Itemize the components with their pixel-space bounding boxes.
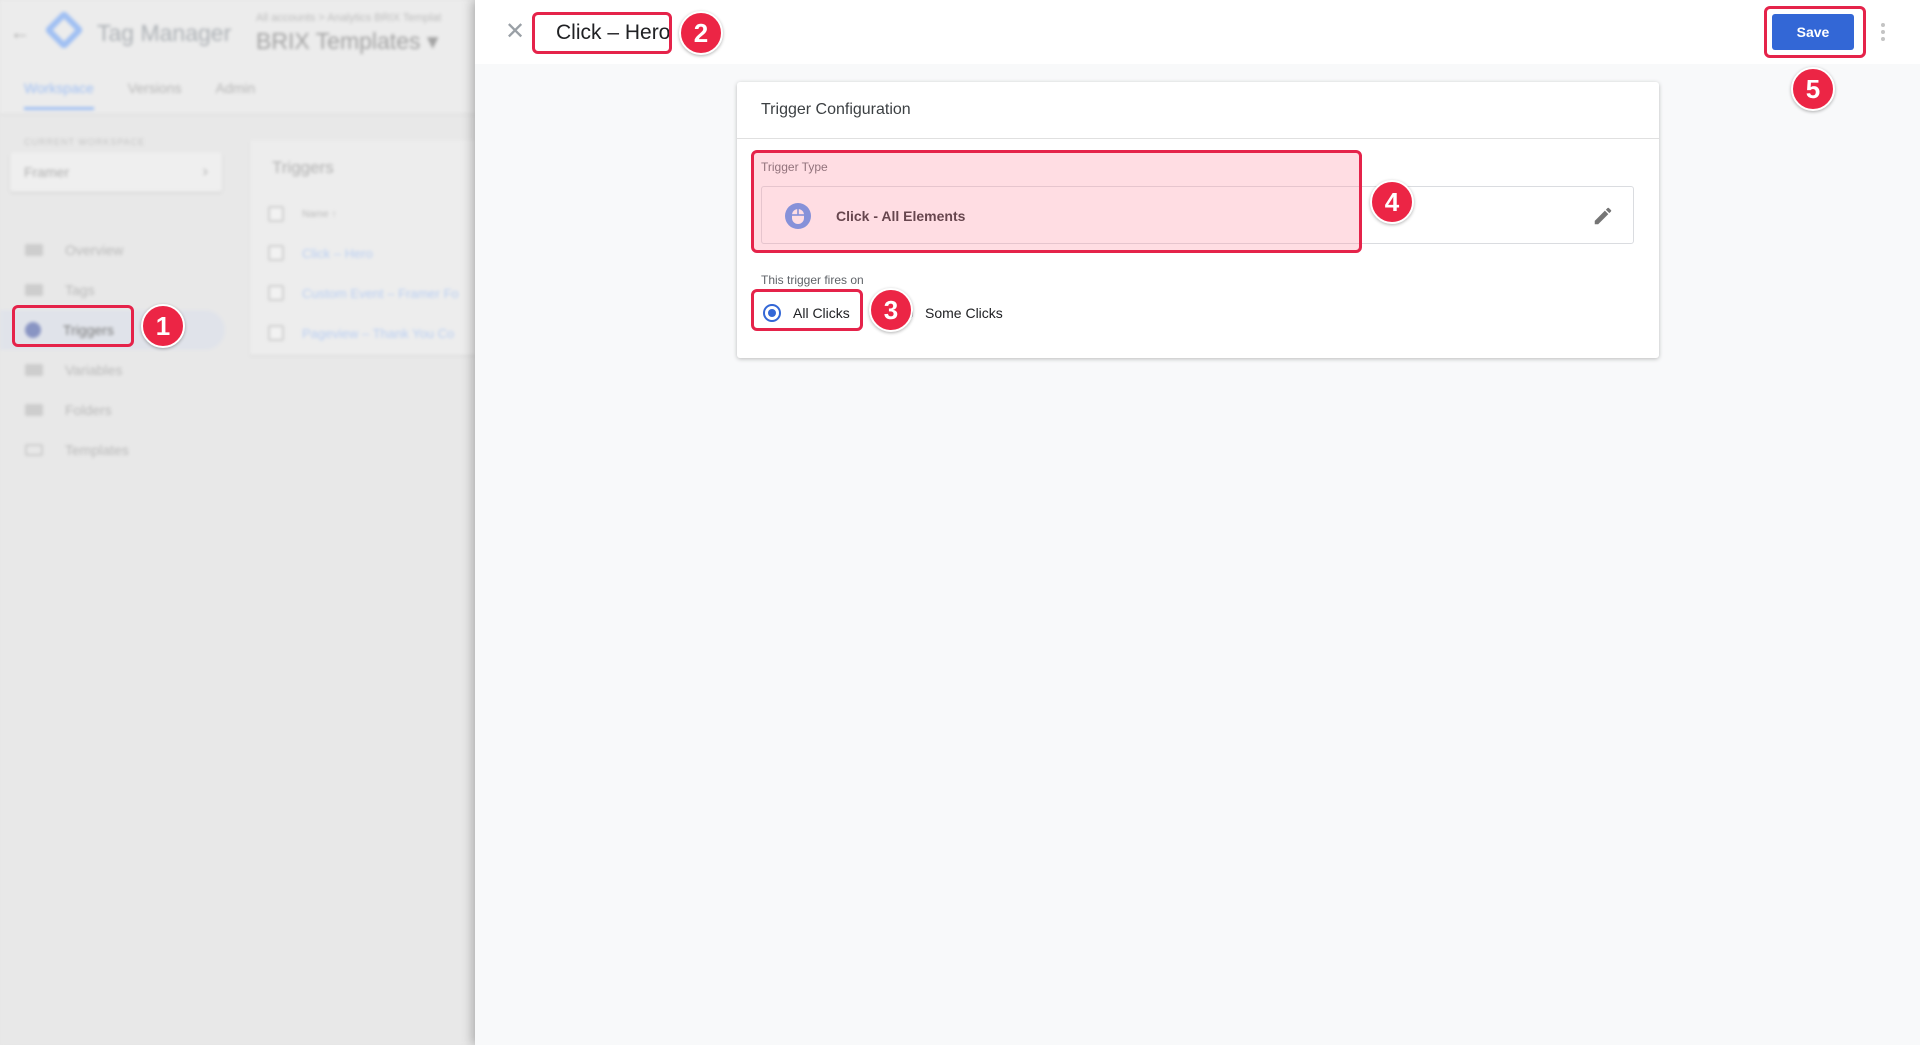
sidebar-item-folders[interactable]: Folders <box>0 390 225 430</box>
trigger-link[interactable]: Custom Event – Framer Fo <box>302 286 459 301</box>
row-checkbox[interactable] <box>268 245 284 261</box>
trigger-icon <box>25 322 41 338</box>
save-button[interactable]: Save <box>1772 14 1854 50</box>
tab-versions[interactable]: Versions <box>128 80 182 110</box>
radio-all-clicks[interactable]: All Clicks <box>763 301 850 325</box>
table-row[interactable]: Custom Event – Framer Fo <box>268 285 459 301</box>
trigger-type-name: Click - All Elements <box>836 208 966 224</box>
back-arrow-icon[interactable]: ← <box>10 22 30 45</box>
folder-icon <box>25 404 43 416</box>
template-icon <box>25 444 43 456</box>
workspace-label: CURRENT WORKSPACE <box>24 137 146 147</box>
divider <box>737 138 1659 139</box>
table-header: Name ↑ <box>268 206 336 222</box>
workspace-name: Framer <box>24 164 70 180</box>
sidebar-item-overview[interactable]: Overview <box>0 230 225 270</box>
app-header: ← Tag Manager All accounts > Analytics B… <box>0 0 475 115</box>
trigger-link[interactable]: Pageview – Thank You Co <box>302 326 454 341</box>
tab-admin[interactable]: Admin <box>215 80 255 110</box>
sidebar-item-triggers[interactable]: Triggers <box>0 310 225 350</box>
step-badge-3: 3 <box>869 288 913 332</box>
sidebar-item-label: Overview <box>65 242 124 258</box>
sidebar-item-label: Variables <box>65 362 123 378</box>
sidebar-item-variables[interactable]: Variables <box>0 350 225 390</box>
table-row[interactable]: Pageview – Thank You Co <box>268 325 454 341</box>
step-badge-1: 1 <box>141 304 185 348</box>
breadcrumb[interactable]: All accounts > Analytics BRIX Templat <box>256 12 441 24</box>
sidebar-item-label: Folders <box>65 402 112 418</box>
column-header-name[interactable]: Name ↑ <box>302 209 336 220</box>
container-selector[interactable]: BRIX Templates ▾ <box>256 28 438 55</box>
trigger-edit-panel: ✕ Click – Hero Save Trigger Configuratio… <box>475 0 1920 1045</box>
tag-icon <box>25 284 43 296</box>
triggers-list-title: Triggers <box>272 158 334 177</box>
tab-workspace[interactable]: Workspace <box>24 80 94 110</box>
card-title: Trigger Configuration <box>761 101 911 118</box>
sidebar: Overview Tags Triggers Variables Folders… <box>0 230 225 470</box>
sidebar-item-label: Tags <box>65 282 95 298</box>
chevron-right-icon: › <box>202 163 208 180</box>
trigger-type-label: Trigger Type <box>761 160 828 174</box>
sidebar-item-tags[interactable]: Tags <box>0 270 225 310</box>
radio-label: Some Clicks <box>925 305 1003 321</box>
sidebar-item-label: Triggers <box>63 322 114 338</box>
workspace-selector[interactable]: Framer › <box>10 152 222 192</box>
fires-on-label: This trigger fires on <box>761 273 864 287</box>
sidebar-item-templates[interactable]: Templates <box>0 430 225 470</box>
pencil-icon[interactable] <box>1592 205 1614 227</box>
select-all-checkbox[interactable] <box>268 206 284 222</box>
more-vert-icon[interactable] <box>1879 20 1887 44</box>
row-checkbox[interactable] <box>268 325 284 341</box>
tag-manager-logo-icon <box>44 10 84 50</box>
folder-icon <box>25 244 43 256</box>
step-badge-4: 4 <box>1370 180 1414 224</box>
nav-tabs: Workspace Versions Admin <box>24 80 255 110</box>
radio-label: All Clicks <box>793 305 850 321</box>
trigger-link[interactable]: Click – Hero <box>302 246 373 261</box>
sidebar-item-label: Templates <box>65 442 129 458</box>
triggers-list-card: Triggers Name ↑ Click – Hero Custom Even… <box>250 140 475 355</box>
radio-button-checked[interactable] <box>763 304 781 322</box>
workspace-background: ← Tag Manager All accounts > Analytics B… <box>0 0 475 1045</box>
step-badge-5: 5 <box>1791 67 1835 111</box>
close-icon[interactable]: ✕ <box>502 19 528 45</box>
mouse-icon <box>785 203 811 229</box>
step-badge-2: 2 <box>679 11 723 55</box>
table-row[interactable]: Click – Hero <box>268 245 373 261</box>
row-checkbox[interactable] <box>268 285 284 301</box>
app-name: Tag Manager <box>97 20 232 46</box>
trigger-name-title[interactable]: Click – Hero <box>548 19 678 47</box>
trigger-type-selector[interactable]: Click - All Elements <box>761 186 1634 244</box>
variable-icon <box>25 364 43 376</box>
